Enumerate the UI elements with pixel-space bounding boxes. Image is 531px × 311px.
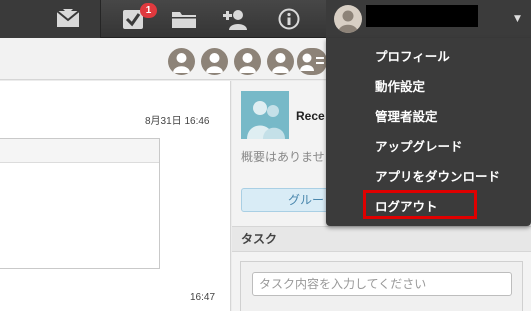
menu-item-download-app[interactable]: アプリをダウンロード [375, 166, 500, 185]
group-description: 概要はありませ [241, 150, 325, 164]
group-name: Rece [296, 109, 325, 123]
group-icon [241, 91, 289, 139]
chevron-down-icon: ▼ [514, 14, 521, 24]
menu-item-profile[interactable]: プロフィール [375, 46, 450, 65]
member-list-icon[interactable] [297, 48, 327, 75]
member-avatar[interactable] [267, 48, 294, 75]
message-timestamp: 16:47 [190, 292, 216, 303]
menu-item-admin-settings[interactable]: 管理者設定 [375, 106, 438, 125]
message-box [0, 138, 160, 269]
user-name-redacted [366, 5, 478, 27]
group-button[interactable]: グルー [241, 188, 331, 212]
add-contact-icon[interactable] [214, 0, 256, 38]
top-bar: 1 ▼ [0, 0, 531, 38]
task-count-badge: 1 [140, 3, 157, 18]
divider [100, 0, 101, 38]
task-input[interactable] [252, 272, 512, 296]
mail-icon[interactable] [47, 0, 89, 38]
message-timestamp: 8月31日 16:46 [145, 116, 210, 127]
logout-highlight-box [363, 190, 477, 219]
menu-item-preferences[interactable]: 動作設定 [375, 76, 425, 95]
task-section-title: タスク [232, 226, 531, 252]
user-menu-toggle[interactable]: ▼ [326, 0, 531, 38]
member-avatar[interactable] [168, 48, 195, 75]
menu-item-upgrade[interactable]: アップグレード [375, 136, 463, 155]
user-avatar-icon [334, 5, 362, 33]
member-avatar[interactable] [234, 48, 261, 75]
member-avatar[interactable] [201, 48, 228, 75]
folder-icon[interactable] [163, 0, 205, 38]
info-icon[interactable] [268, 0, 310, 38]
message-box-header [0, 139, 159, 163]
